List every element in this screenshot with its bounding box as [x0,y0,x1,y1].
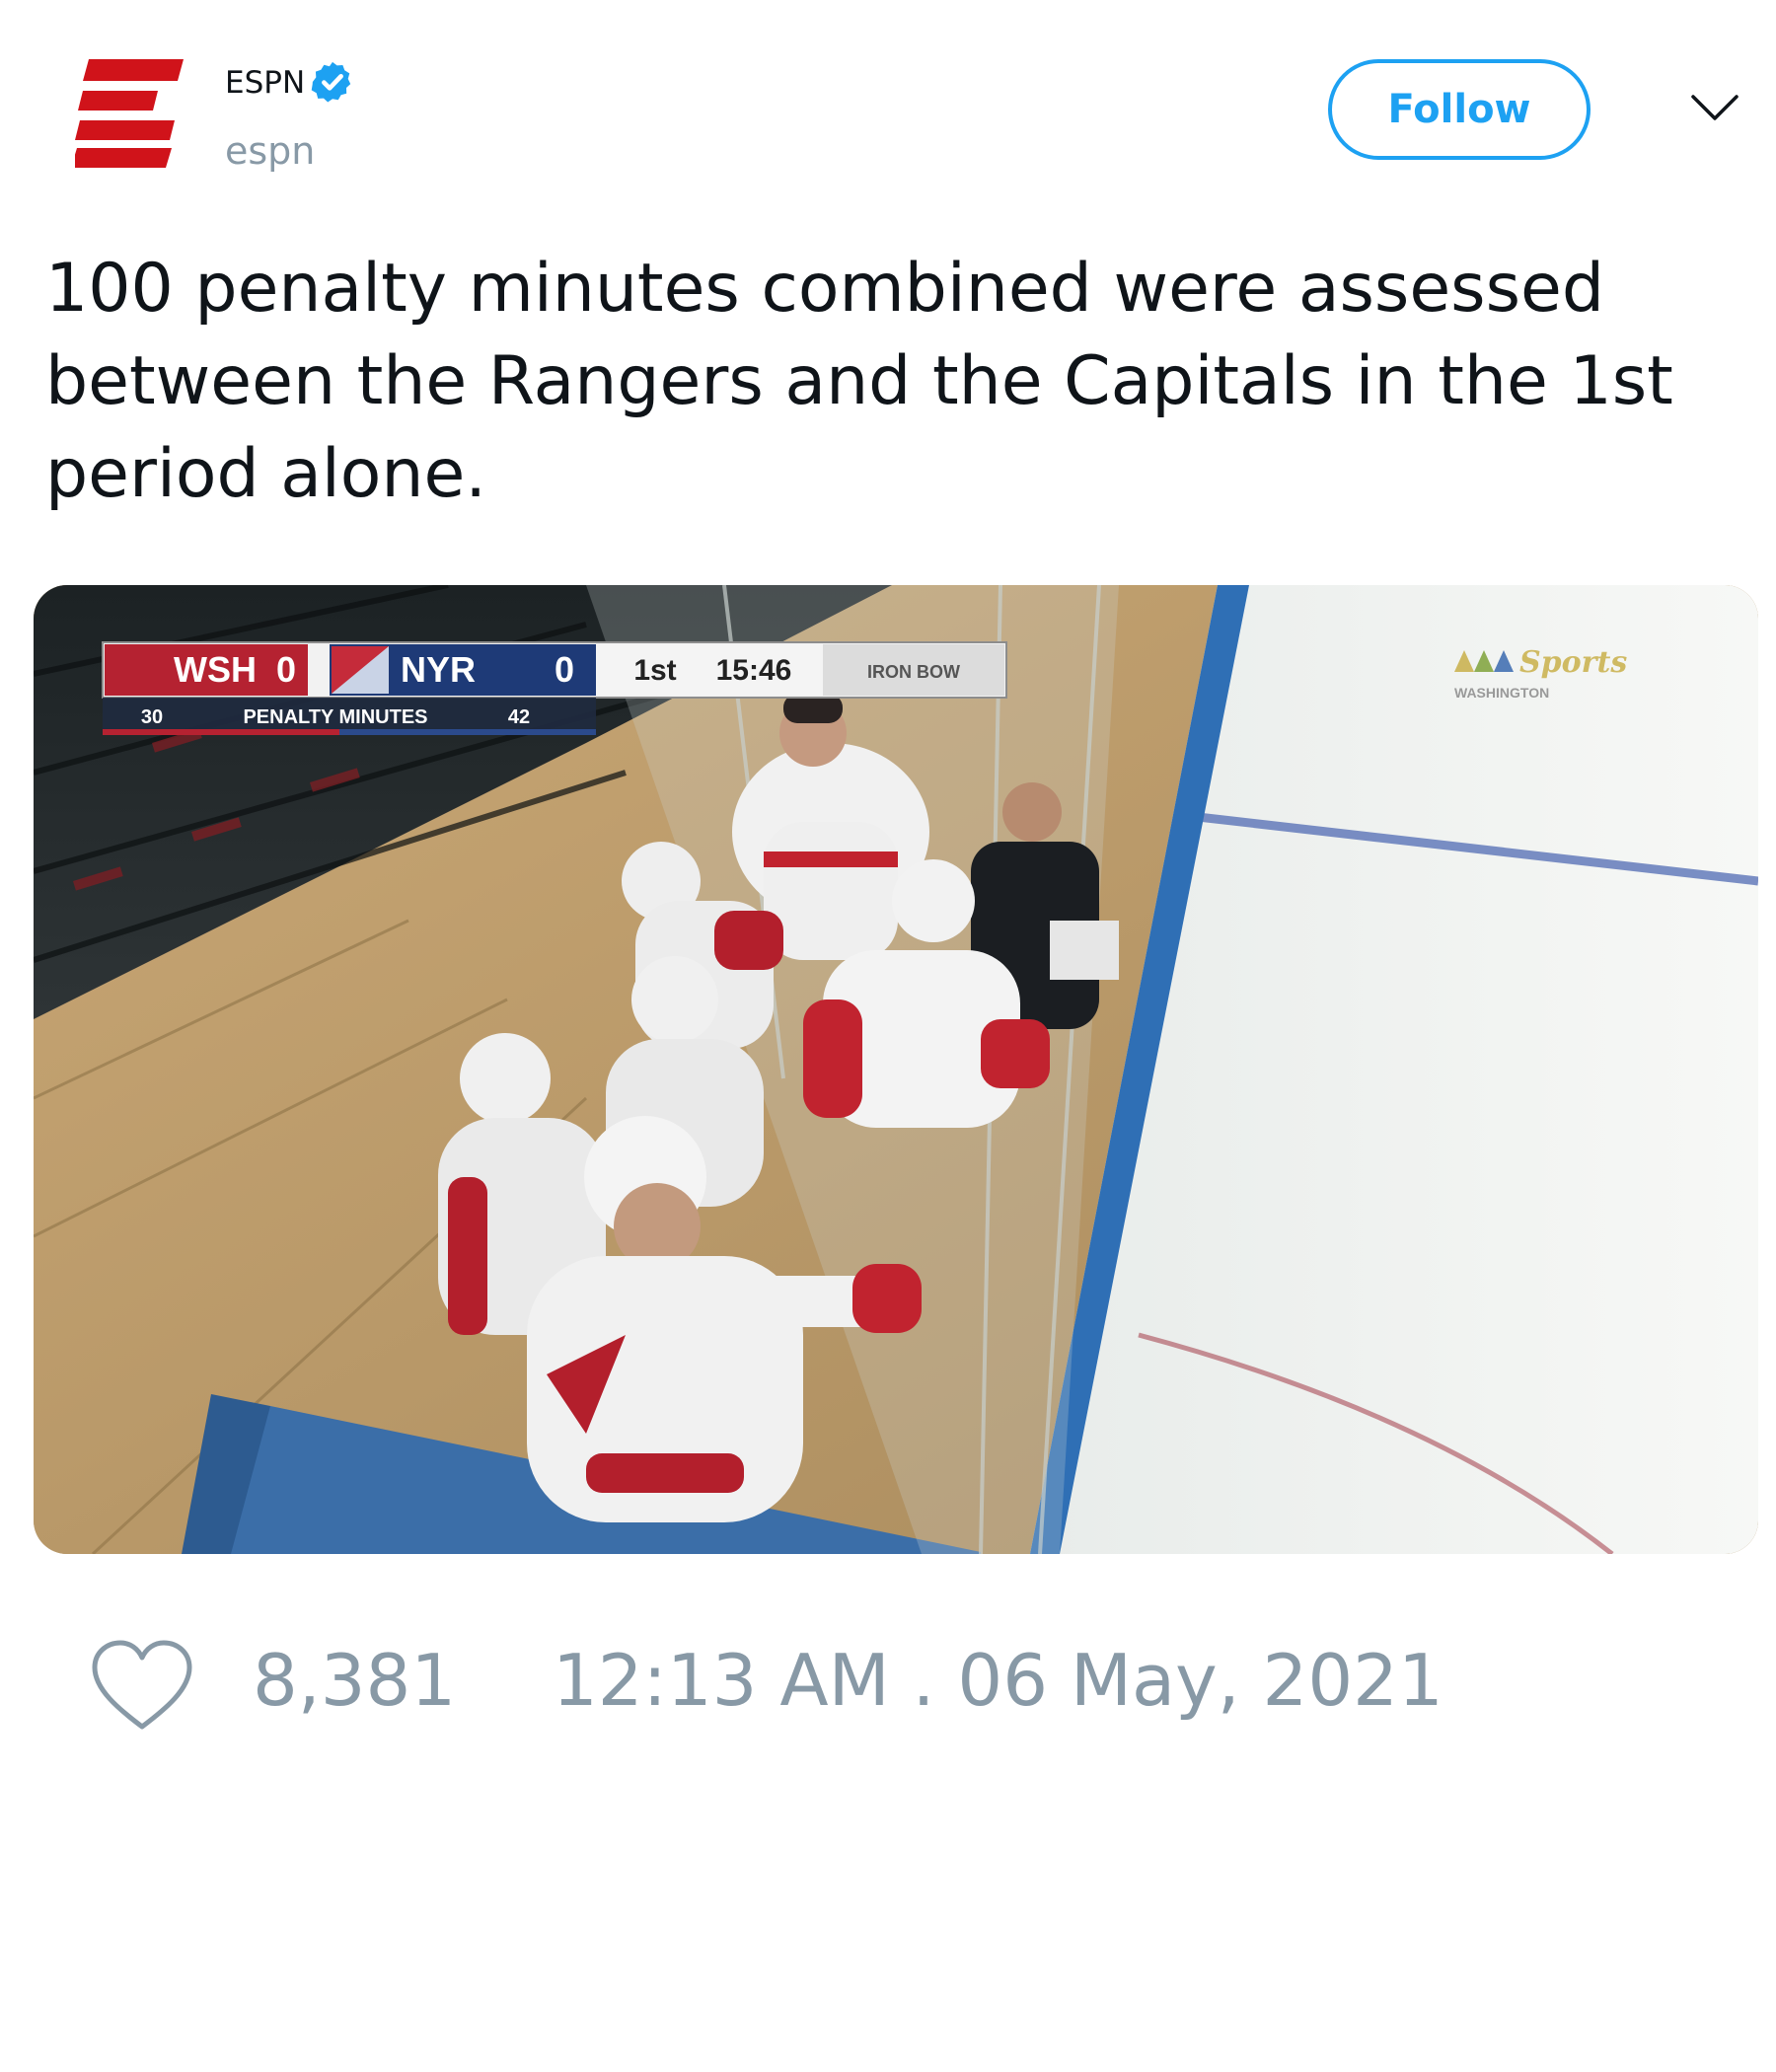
espn-logo[interactable] [75,59,184,168]
like-count[interactable]: 8,381 [253,1638,456,1723]
stat-label: PENALTY MINUTES [243,706,427,728]
author-handle[interactable]: espn [225,128,315,174]
away-team-abbr: WSH [174,649,257,690]
verified-badge-icon [311,61,351,103]
game-clock: 15:46 [716,654,792,687]
broadcaster-region: WASHINGTON [1454,685,1549,701]
away-score: 0 [276,649,296,690]
away-penalty-minutes: 30 [141,706,163,728]
home-penalty-minutes: 42 [508,706,530,728]
follow-button[interactable]: Follow [1328,59,1591,160]
tweet-text: 100 penalty minutes combined were assess… [45,250,1673,513]
broadcaster-name: Sports [1519,645,1627,680]
tweet-media[interactable]: WSH 0 NYR 0 1st 15:46 IRON BOW 30 PENALT… [34,585,1758,1554]
author-display-name[interactable]: ESPN [225,63,305,103]
home-team-abbr: NYR [401,649,476,690]
chevron-down-icon[interactable] [1687,89,1742,128]
home-score: 0 [555,649,574,690]
sponsor-label: IRON BOW [867,662,960,682]
tweet-timestamp[interactable]: 12:13 AM . 06 May, 2021 [553,1638,1443,1723]
period: 1st [633,654,676,687]
heart-icon[interactable] [89,1638,195,1733]
